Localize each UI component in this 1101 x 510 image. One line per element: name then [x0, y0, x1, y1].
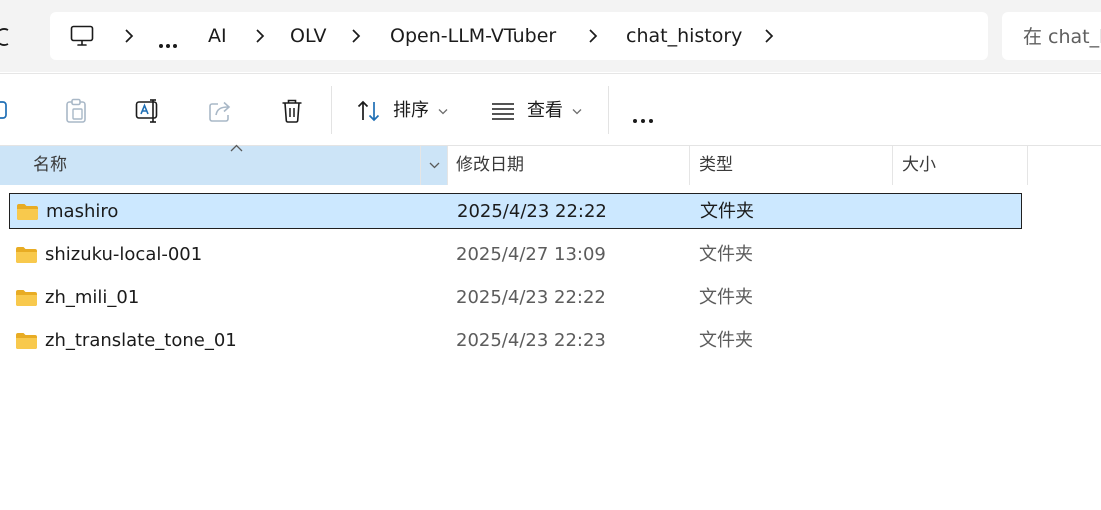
chevron-right-icon[interactable] [122, 28, 136, 44]
file-type: 文件夹 [699, 330, 753, 351]
file-name: mashiro [46, 201, 119, 222]
file-date: 2025/4/23 22:22 [456, 287, 606, 308]
share-icon[interactable] [208, 99, 234, 123]
search-input[interactable]: 在 chat_h [1002, 12, 1101, 60]
breadcrumb-item-ai[interactable]: AI [208, 12, 227, 60]
command-divider [608, 86, 609, 134]
search-placeholder: 在 chat_h [1023, 26, 1101, 48]
column-filter-dropdown[interactable] [421, 146, 447, 185]
folder-icon [16, 333, 37, 349]
column-header-type-label: 类型 [699, 155, 733, 175]
column-header-type[interactable]: 类型 [690, 146, 892, 185]
file-type: 文件夹 [700, 201, 754, 222]
breadcrumb[interactable]: AI OLV Open-LLM-VTuber chat_history [50, 12, 988, 60]
file-type: 文件夹 [699, 244, 753, 265]
chevron-right-icon[interactable] [349, 28, 363, 44]
column-divider[interactable] [1027, 146, 1028, 185]
refresh-icon[interactable] [0, 24, 16, 50]
table-row[interactable]: zh_mili_01 2025/4/23 22:22 文件夹 [9, 280, 1022, 316]
sort-ascending-icon [230, 144, 243, 152]
file-type: 文件夹 [699, 287, 753, 308]
file-name: shizuku-local-001 [45, 244, 203, 265]
paste-icon[interactable] [64, 98, 88, 124]
file-date: 2025/4/23 22:22 [457, 201, 607, 222]
chevron-right-icon[interactable] [253, 28, 267, 44]
folder-icon [16, 290, 37, 306]
column-header-date[interactable]: 修改日期 [447, 146, 689, 185]
column-header-row: 名称 修改日期 类型 大小 [0, 145, 1101, 185]
file-date: 2025/4/23 22:23 [456, 330, 606, 351]
breadcrumb-overflow-button[interactable] [159, 33, 180, 52]
address-toolbar: AI OLV Open-LLM-VTuber chat_history 在 ch… [0, 0, 1101, 72]
rename-icon[interactable] [135, 98, 163, 124]
file-name: zh_translate_tone_01 [45, 330, 237, 351]
this-pc-icon[interactable] [70, 25, 94, 47]
column-header-name-label: 名称 [33, 155, 67, 175]
view-list-icon [492, 103, 514, 120]
file-date: 2025/4/27 13:09 [456, 244, 606, 265]
command-divider [331, 86, 332, 134]
view-label: 查看 [527, 100, 563, 121]
sort-icon [357, 100, 380, 122]
delete-icon[interactable] [281, 98, 303, 124]
command-bar: 排序 查看 [0, 73, 1101, 146]
column-header-date-label: 修改日期 [456, 155, 524, 175]
breadcrumb-item-chat-history[interactable]: chat_history [626, 12, 742, 60]
chevron-down-icon [438, 109, 448, 115]
breadcrumb-item-open-llm-vtuber[interactable]: Open-LLM-VTuber [390, 12, 556, 60]
file-explorer-window: AI OLV Open-LLM-VTuber chat_history 在 ch… [0, 0, 1101, 510]
folder-icon [16, 247, 37, 263]
column-header-size-label: 大小 [902, 155, 936, 175]
chevron-down-icon [572, 109, 582, 115]
table-row[interactable]: shizuku-local-001 2025/4/27 13:09 文件夹 [9, 237, 1022, 273]
chevron-right-icon[interactable] [762, 28, 776, 44]
breadcrumb-item-olv[interactable]: OLV [290, 12, 326, 60]
more-options-button[interactable] [633, 108, 657, 127]
chevron-right-icon[interactable] [586, 28, 600, 44]
sort-label: 排序 [393, 100, 429, 121]
table-row[interactable]: mashiro 2025/4/23 22:22 文件夹 [9, 193, 1022, 229]
file-name: zh_mili_01 [45, 287, 140, 308]
column-header-name[interactable]: 名称 [0, 146, 420, 185]
table-row[interactable]: zh_translate_tone_01 2025/4/23 22:23 文件夹 [9, 323, 1022, 359]
chevron-down-icon [429, 162, 440, 169]
copy-icon[interactable] [0, 100, 14, 122]
column-header-size[interactable]: 大小 [893, 146, 1027, 185]
folder-icon [17, 204, 38, 220]
